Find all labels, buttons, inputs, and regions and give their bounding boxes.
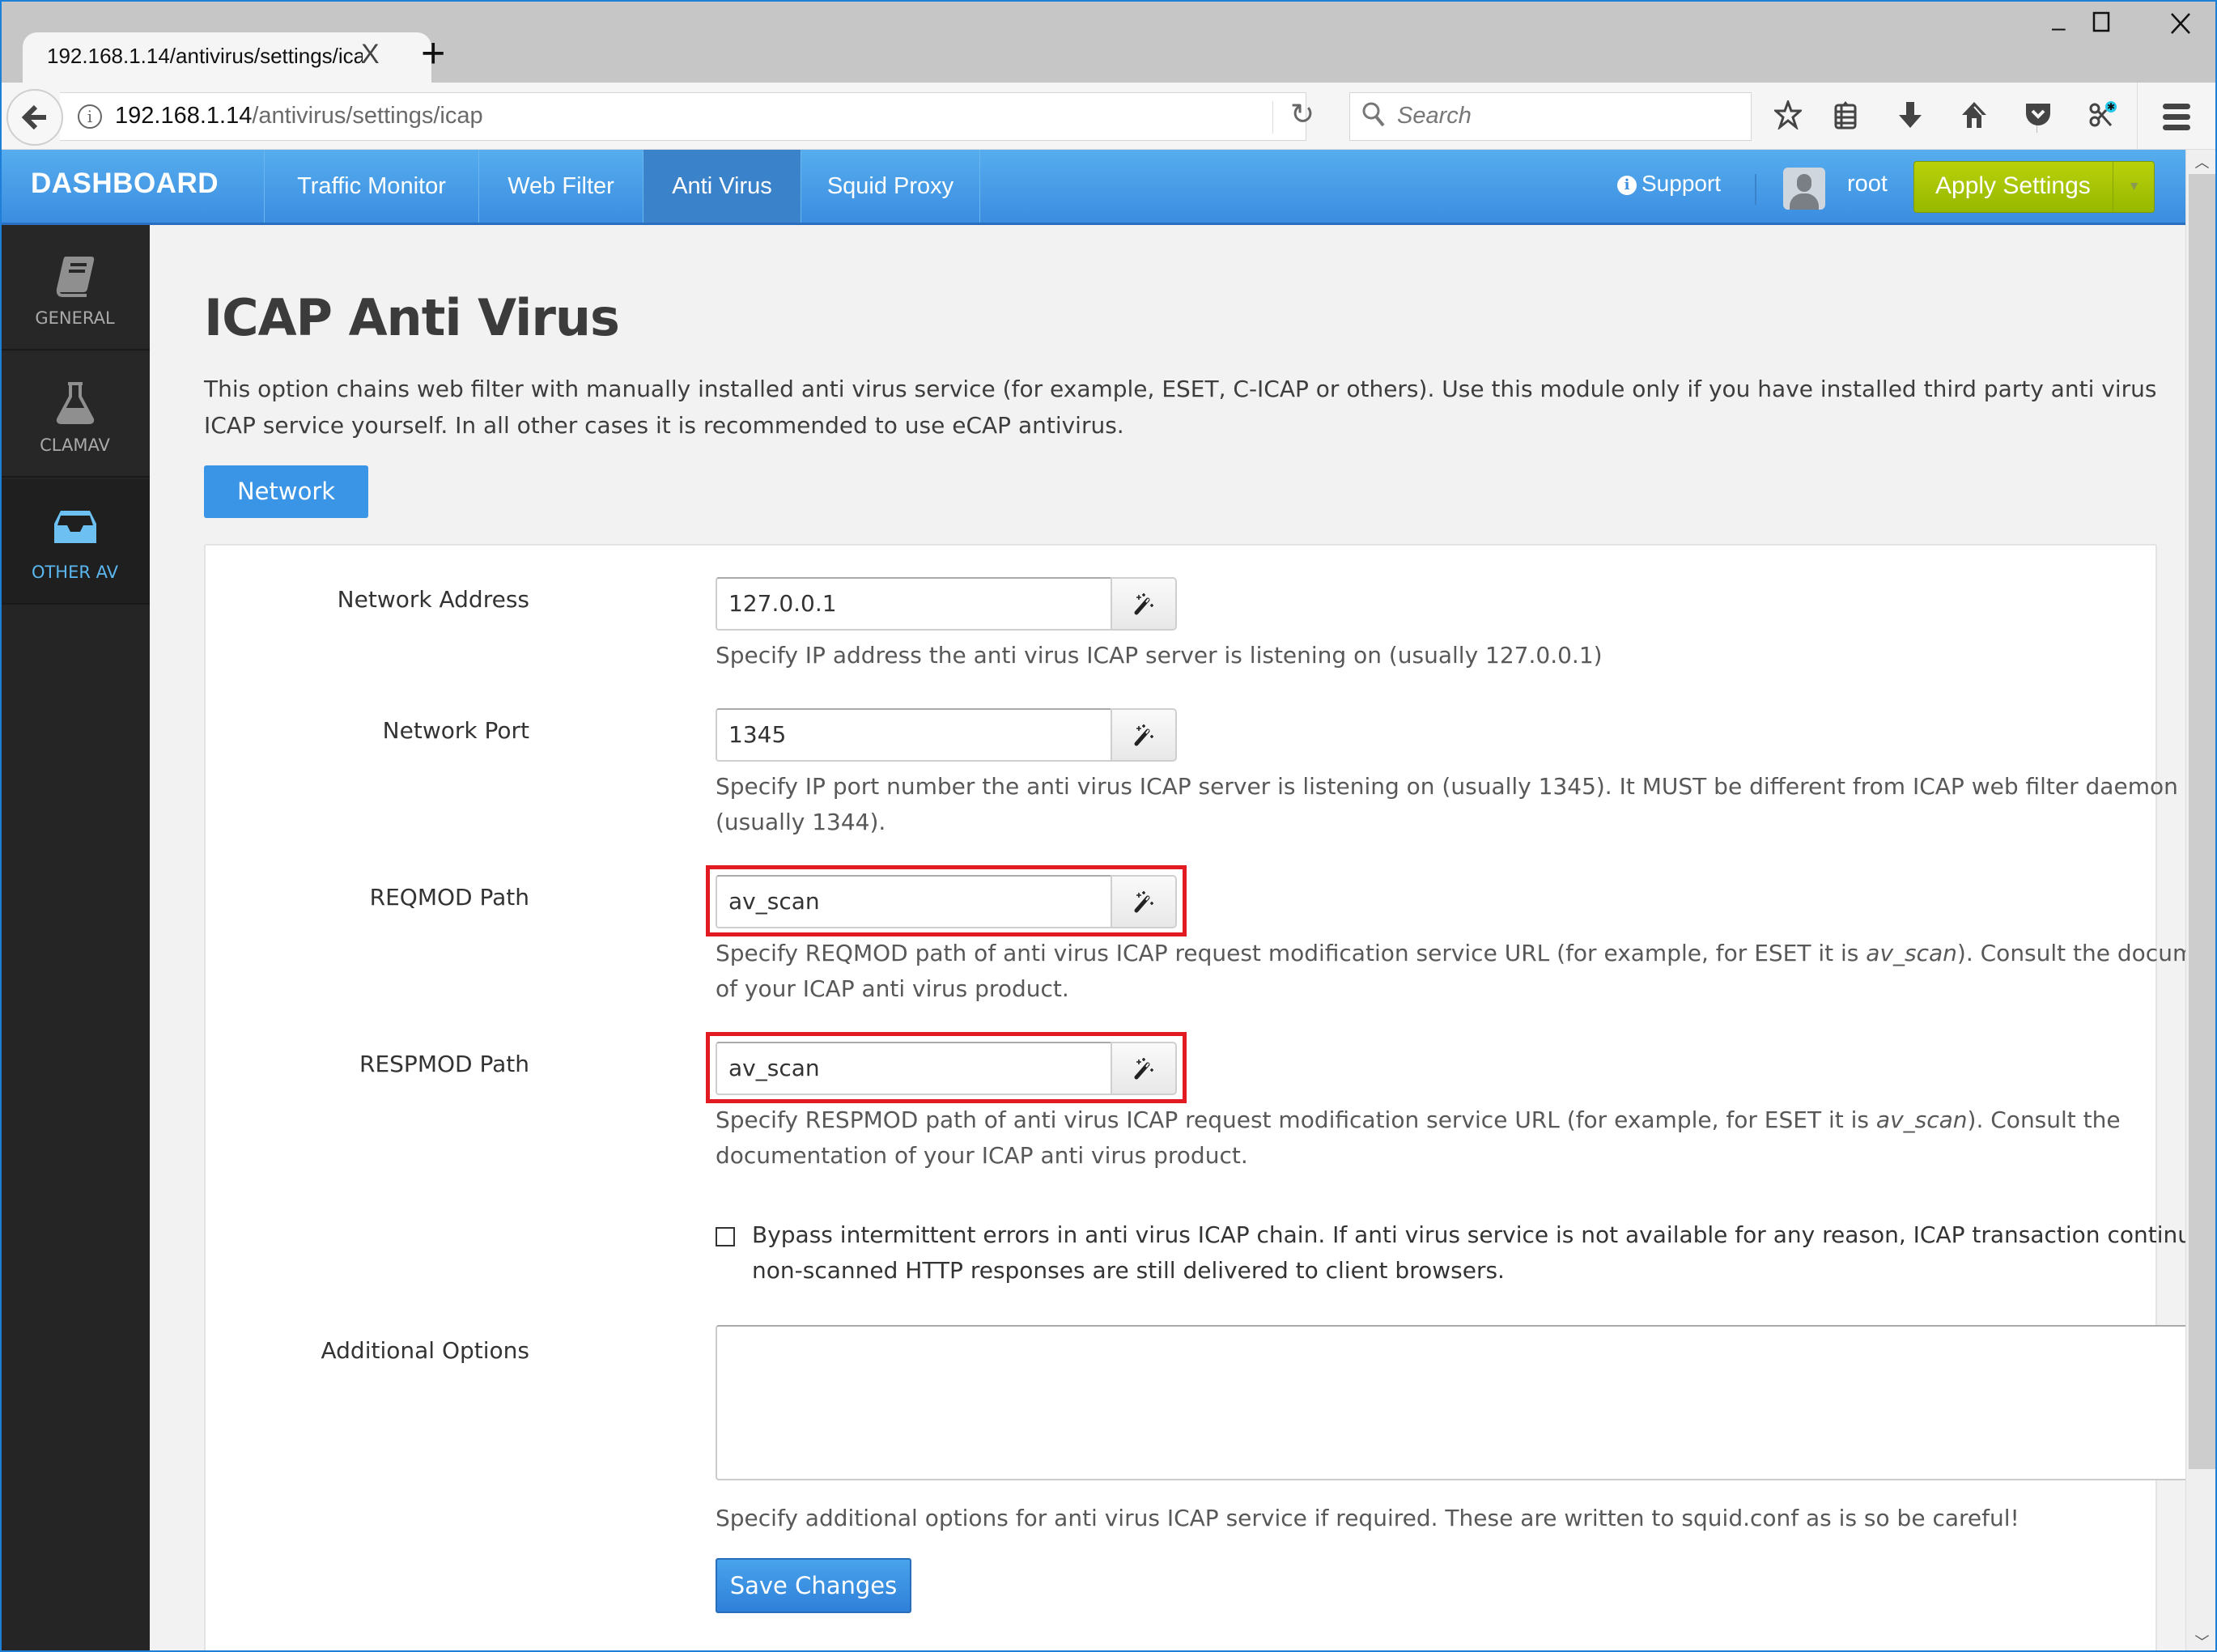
sidebar: GENERAL CLAMAV OTHER AV: [0, 225, 150, 1652]
respmod-path-help: Specify RESPMOD path of anti virus ICAP …: [716, 1102, 2217, 1174]
inbox-icon: [0, 507, 150, 556]
pocket-icon[interactable]: [2024, 100, 2053, 134]
nav-traffic-monitor[interactable]: Traffic Monitor: [264, 150, 478, 223]
tab-title: 192.168.1.14/antivirus/settings/icap: [47, 44, 363, 68]
new-tab-button[interactable]: +: [421, 29, 445, 78]
scroll-thumb[interactable]: [2189, 174, 2216, 1469]
bypass-errors-label[interactable]: Bypass intermittent errors in anti virus…: [752, 1217, 2217, 1289]
network-address-group: 127.0.0.1: [716, 577, 1177, 631]
page-scrollbar[interactable]: ︿ ﹀: [2185, 150, 2217, 1652]
respmod-path-input[interactable]: av_scan: [716, 1042, 1112, 1095]
sidebar-label: CLAMAV: [40, 435, 110, 455]
sidebar-label: OTHER AV: [31, 563, 119, 582]
browser-toolbar: i 192.168.1.14/antivirus/settings/icap ↻…: [0, 83, 2217, 150]
reqmod-path-group: av_scan: [716, 875, 1177, 928]
url-text[interactable]: 192.168.1.14/antivirus/settings/icap: [115, 103, 483, 130]
browser-tab-strip: 192.168.1.14/antivirus/settings/icap X +…: [0, 0, 2217, 83]
network-address-help: Specify IP address the anti virus ICAP s…: [716, 642, 1603, 669]
user-avatar-icon[interactable]: [1783, 168, 1825, 210]
wand-button[interactable]: [1111, 875, 1177, 928]
reading-list-icon[interactable]: [1833, 100, 1858, 134]
magic-wand-icon: [1134, 593, 1153, 615]
help-text: Specify REQMOD path of anti virus ICAP r…: [716, 940, 1867, 966]
respmod-path-label: RESPMOD Path: [359, 1051, 529, 1077]
reload-icon[interactable]: ↻: [1290, 98, 1314, 131]
divider: [1755, 174, 1756, 205]
help-example: av_scan: [1875, 1106, 1968, 1133]
app-navbar: DASHBOARD Traffic Monitor Web Filter Ant…: [0, 150, 2185, 225]
settings-panel: Network Address 127.0.0.1 Specify IP add…: [204, 544, 2217, 1652]
network-address-label: Network Address: [337, 586, 529, 613]
tab-close-icon[interactable]: X: [361, 39, 380, 70]
wand-button[interactable]: [1111, 708, 1177, 762]
magic-wand-icon: [1134, 724, 1153, 746]
network-port-help: Specify IP port number the anti virus IC…: [716, 773, 2217, 835]
browser-tab[interactable]: 192.168.1.14/antivirus/settings/icap X: [23, 32, 431, 83]
bypass-errors-checkbox[interactable]: [716, 1227, 735, 1246]
reqmod-path-input[interactable]: av_scan: [716, 875, 1112, 928]
download-icon[interactable]: [1896, 100, 1924, 134]
url-host: 192.168.1.14: [115, 103, 253, 129]
reqmod-path-help: Specify REQMOD path of anti virus ICAP r…: [716, 936, 2217, 1007]
search-icon: [1361, 101, 1386, 135]
home-icon[interactable]: [1960, 100, 1988, 134]
brand-dashboard-link[interactable]: DASHBOARD: [31, 168, 219, 200]
network-tab-button[interactable]: Network: [204, 465, 368, 518]
apply-dropdown-caret-icon[interactable]: ▼: [2113, 162, 2155, 212]
user-name[interactable]: root: [1847, 171, 1888, 197]
main-content: ICAP Anti Virus This option chains web f…: [150, 225, 2217, 1652]
search-placeholder: Search: [1397, 103, 1472, 129]
additional-options-label: Additional Options: [321, 1337, 530, 1364]
search-bar[interactable]: Search: [1349, 92, 1752, 141]
help-text: Specify RESPMOD path of anti virus ICAP …: [716, 1106, 1876, 1133]
nav-anti-virus[interactable]: Anti Virus: [643, 150, 801, 223]
nav-squid-proxy[interactable]: Squid Proxy: [801, 150, 980, 223]
apply-settings-label: Apply Settings: [1935, 172, 2091, 199]
sidebar-item-general[interactable]: GENERAL: [0, 225, 150, 350]
extension-icon[interactable]: ✱: [2087, 99, 2117, 134]
apply-settings-button[interactable]: Apply Settings ▼: [1913, 161, 2155, 213]
url-path: /antivirus/settings/icap: [252, 103, 483, 129]
divider: [2137, 83, 2138, 150]
svg-text:✱: ✱: [2107, 101, 2115, 113]
sidebar-item-other-av[interactable]: OTHER AV: [0, 479, 150, 605]
minimize-button[interactable]: –: [2052, 15, 2066, 42]
additional-options-textarea[interactable]: ⋰: [716, 1325, 2217, 1480]
window-close-button[interactable]: [2169, 11, 2192, 42]
support-link[interactable]: i Support: [1617, 171, 1721, 197]
info-circle-icon: i: [1617, 176, 1637, 195]
scroll-up-arrow-icon[interactable]: ︿: [2186, 151, 2217, 172]
star-icon[interactable]: [1773, 98, 1803, 134]
book-icon: [0, 253, 150, 308]
help-example: av_scan: [1866, 940, 1957, 966]
respmod-path-group: av_scan: [716, 1042, 1177, 1095]
wand-button[interactable]: [1111, 577, 1177, 631]
reqmod-path-label: REQMOD Path: [369, 884, 529, 911]
support-label: Support: [1642, 171, 1722, 196]
network-port-group: 1345: [716, 708, 1177, 762]
network-address-input[interactable]: 127.0.0.1: [716, 577, 1112, 631]
scroll-down-arrow-icon[interactable]: ﹀: [2186, 1631, 2217, 1651]
wand-button[interactable]: [1111, 1042, 1177, 1095]
sidebar-item-clamav[interactable]: CLAMAV: [0, 352, 150, 478]
magic-wand-icon: [1134, 891, 1153, 913]
back-button[interactable]: [6, 89, 63, 146]
site-info-icon[interactable]: i: [78, 104, 102, 129]
additional-options-help: Specify additional options for anti viru…: [716, 1505, 2020, 1531]
network-port-label: Network Port: [382, 717, 529, 744]
maximize-button[interactable]: [2092, 11, 2112, 39]
nav-web-filter[interactable]: Web Filter: [478, 150, 643, 223]
url-bar[interactable]: i 192.168.1.14/antivirus/settings/icap ↻: [60, 92, 1314, 141]
page-title: ICAP Anti Virus: [204, 288, 620, 347]
page-description: This option chains web filter with manua…: [204, 376, 2157, 439]
network-port-input[interactable]: 1345: [716, 708, 1112, 762]
save-changes-button[interactable]: Save Changes: [716, 1558, 911, 1613]
back-arrow-icon: [21, 104, 46, 130]
flask-icon: [0, 380, 150, 435]
menu-icon[interactable]: [2163, 104, 2190, 135]
magic-wand-icon: [1134, 1058, 1153, 1080]
divider: [1272, 101, 1273, 134]
sidebar-label: GENERAL: [35, 308, 115, 328]
